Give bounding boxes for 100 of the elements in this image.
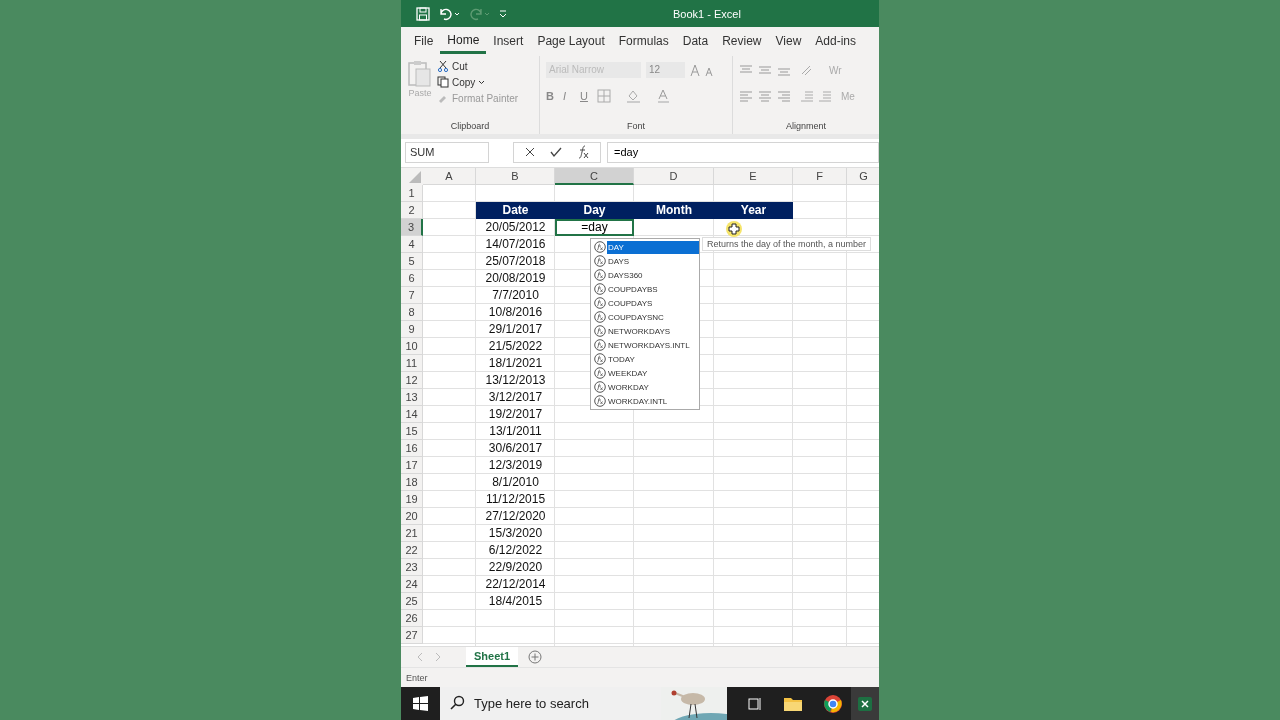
column-header[interactable]: G (847, 168, 879, 185)
table-cell: Date (476, 202, 555, 219)
ribbon-tab[interactable]: View (768, 29, 809, 54)
table-cell-text: 14/07/2016 (484, 236, 547, 253)
add-sheet-icon[interactable] (528, 650, 543, 664)
window-title: Book1 - Excel (673, 7, 741, 20)
row-header[interactable]: 14 (401, 406, 423, 423)
copy-icon (437, 76, 449, 88)
undo-icon[interactable] (438, 6, 460, 21)
row-header[interactable]: 8 (401, 304, 423, 321)
spreadsheet-app-button[interactable] (851, 687, 879, 720)
ribbon-tab[interactable]: File (407, 29, 441, 54)
function-icon (594, 339, 606, 351)
function-suggestion[interactable]: WORKDAY (591, 380, 699, 394)
function-icon (594, 269, 606, 281)
function-suggestion[interactable]: DAYS (591, 254, 699, 268)
table-cell: Year (714, 202, 793, 219)
row-header[interactable]: 2 (401, 202, 423, 219)
table-cell-text: 13/1/2011 (488, 423, 543, 440)
ribbon-tab[interactable]: Add-ins (808, 29, 863, 54)
row-header[interactable]: 3 (401, 219, 423, 236)
function-suggestion[interactable]: WORKDAY.INTL (591, 394, 699, 408)
row-header[interactable]: 5 (401, 253, 423, 270)
spreadsheet-app-icon (858, 696, 872, 711)
active-cell[interactable]: =day (555, 219, 634, 236)
cancel-icon[interactable] (524, 146, 536, 158)
row-header[interactable]: 11 (401, 355, 423, 372)
clipboard-icon (407, 60, 433, 88)
save-icon[interactable] (416, 6, 430, 21)
row-header[interactable]: 15 (401, 423, 423, 440)
function-suggestion[interactable]: COUPDAYSNC (591, 310, 699, 324)
row-header[interactable]: 22 (401, 542, 423, 559)
row-header[interactable]: 10 (401, 338, 423, 355)
folder-icon[interactable] (783, 695, 803, 712)
row-header[interactable]: 21 (401, 525, 423, 542)
name-box[interactable]: SUM (405, 141, 489, 163)
task-view-icon[interactable] (747, 695, 763, 712)
row-header[interactable]: 16 (401, 440, 423, 457)
row-header[interactable]: 17 (401, 457, 423, 474)
row-header[interactable]: 18 (401, 474, 423, 491)
row-header[interactable]: 13 (401, 389, 423, 406)
taskbar-search-field[interactable]: Type here to search (474, 687, 661, 720)
table-cell-text: 18/4/2015 (487, 593, 544, 610)
function-icon (594, 367, 606, 379)
column-header[interactable]: A (423, 168, 476, 185)
windows-icon (413, 696, 428, 711)
function-suggestion[interactable]: TODAY (591, 352, 699, 366)
function-suggestion[interactable]: COUPDAYBS (591, 282, 699, 296)
column-header[interactable]: D (634, 168, 714, 185)
row-header[interactable]: 19 (401, 491, 423, 508)
next-sheet-icon[interactable] (434, 652, 442, 662)
row-header[interactable]: 24 (401, 576, 423, 593)
ribbon-tab[interactable]: Insert (486, 29, 531, 54)
row-header[interactable]: 23 (401, 559, 423, 576)
function-suggestion[interactable]: WEEKDAY (591, 366, 699, 380)
row-header[interactable]: 1 (401, 185, 423, 202)
previous-sheet-icon[interactable] (416, 652, 424, 662)
sheet-tab[interactable]: Sheet1 (466, 647, 519, 667)
function-icon (594, 395, 606, 407)
function-suggestion[interactable]: NETWORKDAYS (591, 324, 699, 338)
row-header[interactable]: 27 (401, 627, 423, 644)
ribbon-tab[interactable]: Review (715, 29, 769, 54)
table-cell-text: 3/12/2017 (487, 389, 544, 406)
table-cell-text: 6/12/2022 (487, 542, 544, 559)
row-header[interactable]: 25 (401, 593, 423, 610)
row-header[interactable]: 6 (401, 270, 423, 287)
table-cell-text: 29/1/2017 (487, 321, 544, 338)
function-suggestion[interactable]: DAYS360 (591, 268, 699, 282)
row-header[interactable]: 4 (401, 236, 423, 253)
ribbon-tab[interactable]: Page Layout (530, 29, 612, 54)
ribbon-tab[interactable]: Data (675, 29, 716, 54)
column-header[interactable]: C (555, 168, 634, 185)
row-header[interactable]: 9 (401, 321, 423, 338)
table-cell-text: 11/12/2015 (484, 491, 547, 508)
browser-icon[interactable] (823, 693, 843, 714)
redo-icon[interactable] (468, 6, 490, 21)
table-cell-text: 18/1/2021 (487, 355, 544, 372)
cut-button[interactable]: Cut (437, 58, 519, 74)
row-header[interactable]: 20 (401, 508, 423, 525)
table-cell: Day (555, 202, 634, 219)
function-tooltip: Returns the day of the month, a number (702, 237, 872, 251)
row-header[interactable]: 12 (401, 372, 423, 389)
row-header[interactable]: 26 (401, 610, 423, 627)
table-cell-text: 7/7/2010 (491, 287, 540, 304)
function-icon (594, 297, 606, 309)
row-header[interactable]: 7 (401, 287, 423, 304)
table-cell-text: 12/3/2019 (487, 457, 544, 474)
formula-field[interactable]: =day (607, 141, 879, 163)
copy-button[interactable]: Copy (437, 74, 519, 90)
function-suggestion[interactable]: COUPDAYS (591, 296, 699, 310)
enter-icon[interactable] (550, 146, 562, 158)
table-cell-text: 10/8/2016 (487, 304, 544, 321)
column-header[interactable]: F (793, 168, 847, 185)
table-cell-text: 15/3/2020 (487, 525, 544, 542)
column-header[interactable]: E (714, 168, 793, 185)
ribbon-tab[interactable]: Formulas (611, 29, 676, 54)
function-icon (594, 325, 606, 337)
function-suggestion[interactable]: NETWORKDAYS.INTL (591, 338, 699, 352)
customize-icon[interactable] (498, 8, 508, 19)
function-icon[interactable] (576, 145, 590, 159)
